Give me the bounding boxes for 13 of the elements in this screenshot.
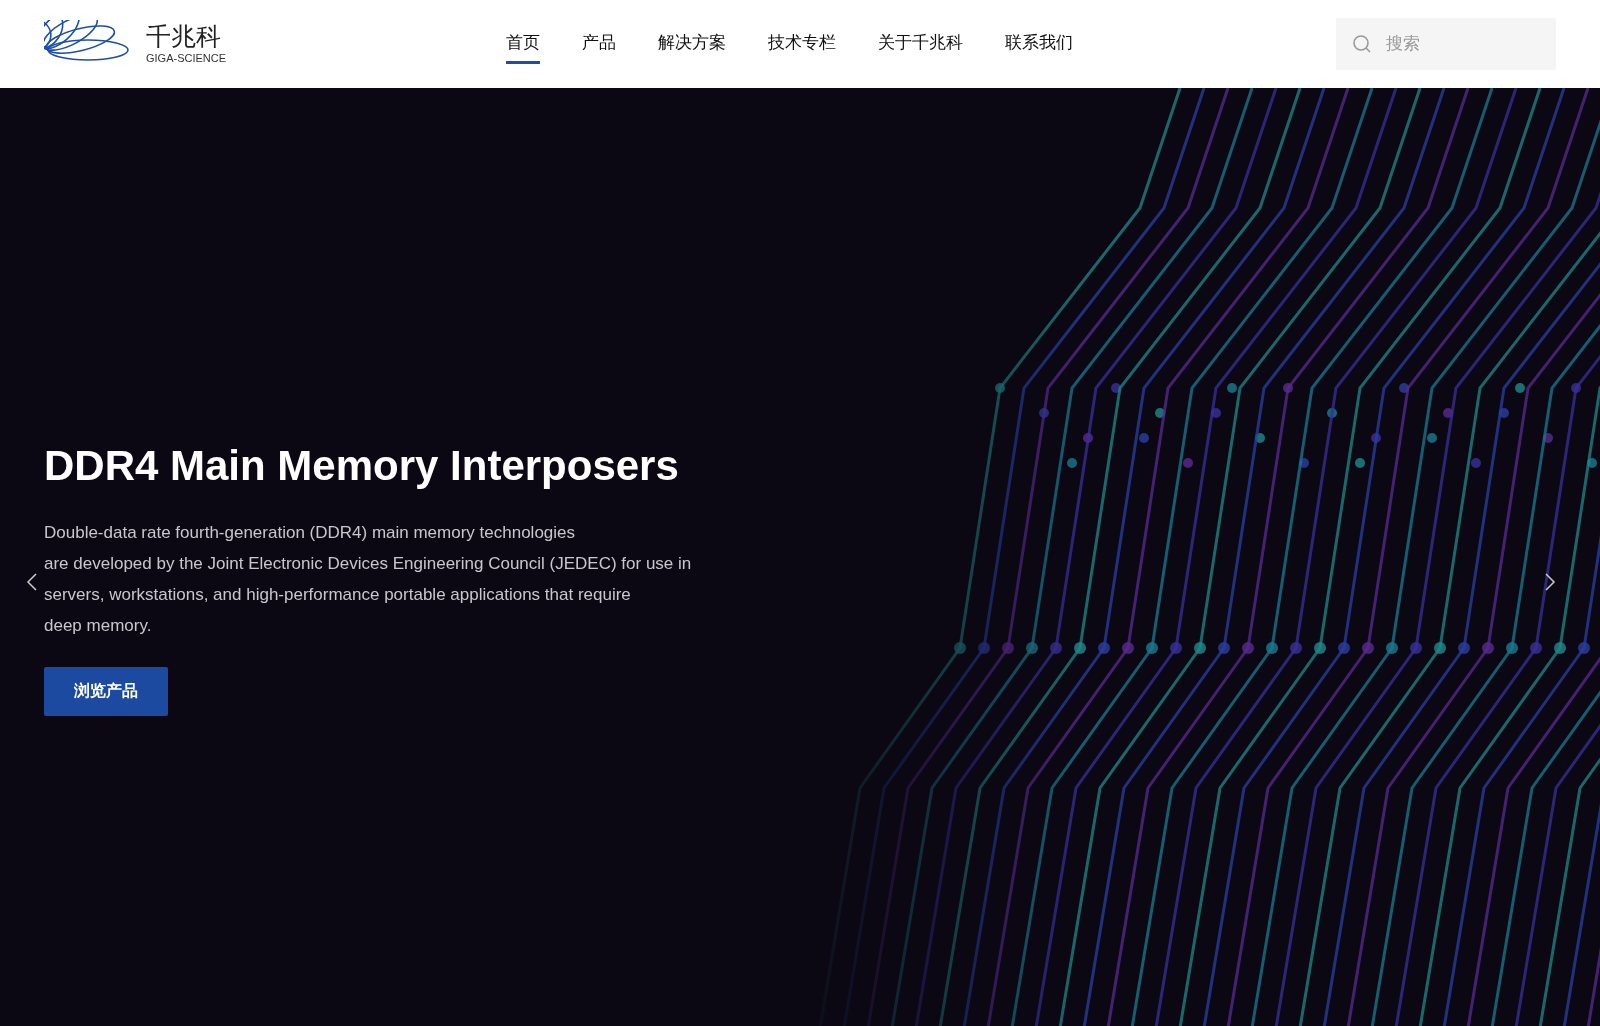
search-field[interactable]: 搜索 [1336, 18, 1556, 70]
nav-link[interactable]: 解决方案 [658, 29, 726, 65]
nav-link[interactable]: 首页 [506, 29, 540, 65]
hero-description: Double-data rate fourth-generation (DDR4) main memory technologies are developed by the Joint Electronic Devices Engineering Council (JEDEC) for use in servers, workstations, and high-performance portable applications that require deep memory. [44, 521, 692, 637]
browse-products-button[interactable]: 浏览产品 [44, 666, 168, 716]
nav-link[interactable]: 产品 [582, 29, 616, 65]
search-icon [1352, 34, 1372, 54]
nav-link[interactable]: 关于千兆科 [878, 29, 963, 65]
logo-name: 千兆科 [146, 24, 222, 49]
logo-subtitle: GIGA-SCIENCE [146, 53, 227, 64]
hero-title: DDR4 Main Memory Interposers [44, 441, 679, 491]
nav-link[interactable]: 技术专栏 [768, 29, 836, 65]
nav-link[interactable]: 联系我们 [1005, 29, 1073, 65]
